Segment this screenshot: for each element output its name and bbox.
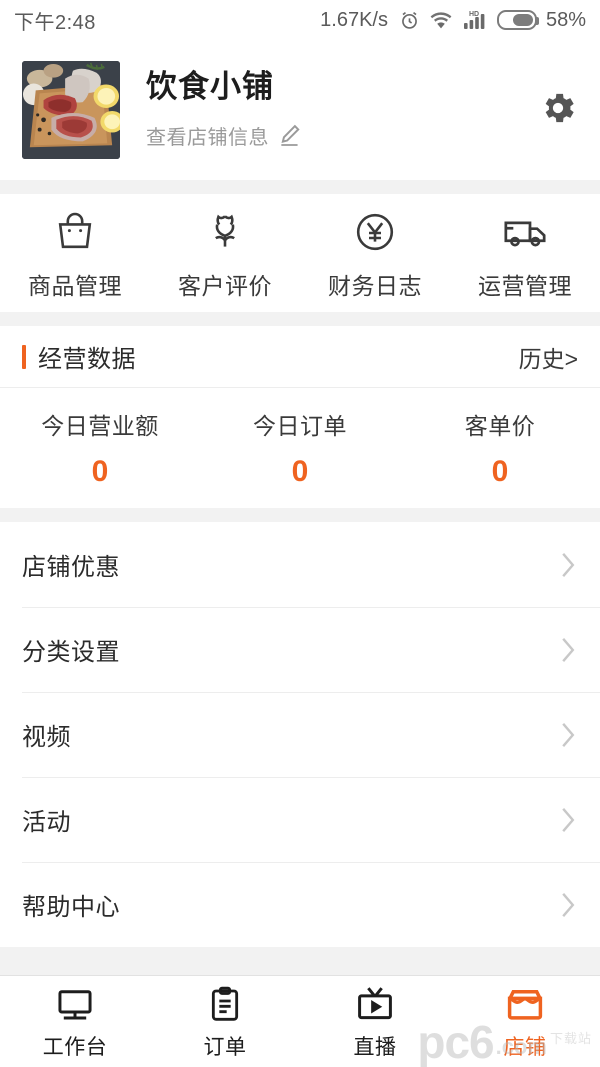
- storefront-icon: [503, 983, 547, 1027]
- menu-item-label: 帮助中心: [22, 894, 120, 921]
- shop-name: 饮食小铺: [146, 69, 274, 105]
- menu-item-label: 分类设置: [22, 639, 120, 666]
- battery-percent: 58%: [545, 8, 586, 31]
- business-data-header: 经营数据 历史>: [0, 326, 600, 388]
- app-screen: 下午2:48 1.67K/s HD 58% 饮食小铺 查看店铺信息 商品管理 客…: [0, 0, 600, 1067]
- quick-action-finance-log[interactable]: 财务日志: [300, 206, 450, 301]
- stat-average-order-value: 客单价 0: [400, 407, 600, 489]
- svg-text:HD: HD: [469, 11, 479, 18]
- tab-label: 订单: [203, 1035, 247, 1059]
- battery-icon: [496, 10, 539, 30]
- tv-play-icon: [354, 983, 396, 1027]
- section-divider: [0, 180, 600, 194]
- chevron-right-icon: [558, 889, 578, 921]
- stat-label: 客单价: [464, 413, 536, 439]
- pencil-icon[interactable]: [277, 122, 303, 148]
- chevron-right-icon: [558, 549, 578, 581]
- view-shop-info-link[interactable]: 查看店铺信息: [146, 121, 528, 150]
- alarm-clock-icon: [399, 10, 420, 31]
- shop-meta: 饮食小铺 查看店铺信息: [120, 70, 528, 149]
- menu-item-activity[interactable]: 活动: [0, 777, 600, 862]
- menu-item-label: 店铺优惠: [22, 554, 120, 581]
- menu-item-shop-promotions[interactable]: 店铺优惠: [0, 522, 600, 607]
- stats-row: 今日营业额 0 今日订单 0 客单价 0: [0, 388, 600, 508]
- tab-shop[interactable]: 店铺: [450, 983, 600, 1061]
- shopping-bag-icon: [51, 206, 99, 258]
- status-time: 下午2:48: [14, 11, 96, 34]
- quick-action-label: 客户评价: [178, 272, 272, 299]
- network-speed: 1.67K/s: [320, 8, 388, 31]
- menu-item-help-center[interactable]: 帮助中心: [0, 862, 600, 947]
- stat-today-revenue: 今日营业额 0: [0, 407, 200, 489]
- quick-action-label: 财务日志: [328, 272, 422, 299]
- gear-icon[interactable]: [538, 93, 578, 132]
- quick-action-label: 商品管理: [28, 272, 122, 299]
- monitor-icon: [54, 983, 96, 1027]
- truck-icon: [500, 206, 550, 258]
- clipboard-icon: [205, 983, 245, 1027]
- tab-workbench[interactable]: 工作台: [0, 983, 150, 1061]
- tab-label: 店铺: [503, 1035, 547, 1059]
- tab-livestream[interactable]: 直播: [300, 983, 450, 1061]
- status-bar: 下午2:48 1.67K/s HD 58%: [0, 0, 600, 40]
- quick-actions: 商品管理 客户评价 财务日志 运营管理: [0, 194, 600, 312]
- quick-action-operations-management[interactable]: 运营管理: [450, 206, 600, 301]
- menu-item-label: 视频: [22, 724, 71, 751]
- settings-button[interactable]: [528, 88, 578, 133]
- section-divider: [0, 508, 600, 522]
- wifi-icon: [429, 11, 453, 30]
- view-shop-info-label: 查看店铺信息: [146, 126, 269, 149]
- quick-action-customer-reviews[interactable]: 客户评价: [150, 206, 300, 301]
- tab-orders[interactable]: 订单: [150, 983, 300, 1061]
- status-bar-left: 下午2:48: [14, 6, 96, 35]
- stat-today-orders: 今日订单 0: [200, 407, 400, 489]
- chevron-right-icon: [558, 804, 578, 836]
- stat-label: 今日营业额: [41, 413, 159, 439]
- quick-action-label: 运营管理: [478, 272, 572, 299]
- menu-item-label: 活动: [22, 809, 71, 836]
- stat-value: 0: [291, 455, 309, 488]
- business-data-card: 经营数据 历史> 今日营业额 0 今日订单 0 客单价 0: [0, 326, 600, 508]
- chevron-right-icon: [558, 634, 578, 666]
- menu-list: 店铺优惠 分类设置 视频 活动 帮助中心: [0, 522, 600, 947]
- chevron-right-icon: [558, 719, 578, 751]
- quick-action-product-management[interactable]: 商品管理: [0, 206, 150, 301]
- status-bar-right: 1.67K/s HD 58%: [320, 9, 586, 32]
- business-data-title: 经营数据: [38, 346, 136, 373]
- stat-value: 0: [491, 455, 509, 488]
- shop-header: 饮食小铺 查看店铺信息: [0, 40, 600, 180]
- shop-photo-raw-meat-cutting-board[interactable]: [22, 61, 120, 159]
- yen-circle-icon: [351, 206, 399, 258]
- section-divider: [0, 312, 600, 326]
- tab-label: 工作台: [42, 1035, 108, 1059]
- menu-item-category-settings[interactable]: 分类设置: [0, 607, 600, 692]
- stat-label: 今日订单: [253, 413, 347, 439]
- tab-label: 直播: [353, 1035, 397, 1059]
- accent-bar: [22, 344, 26, 369]
- stat-value: 0: [91, 455, 109, 488]
- hd-signal-icon: HD: [462, 10, 488, 30]
- history-link[interactable]: 历史>: [519, 340, 578, 374]
- bottom-tab-bar: 工作台 订单 直播 店铺 pc6 .com 下载站: [0, 975, 600, 1067]
- menu-item-video[interactable]: 视频: [0, 692, 600, 777]
- flower-icon: [201, 206, 249, 258]
- page-filler: [0, 947, 600, 975]
